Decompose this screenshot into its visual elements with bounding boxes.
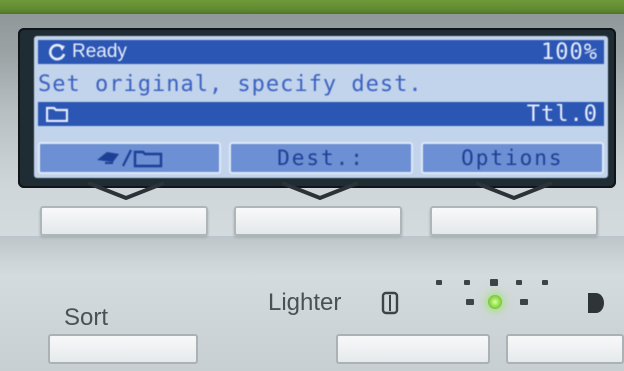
soft-key-middle[interactable] [234, 206, 402, 236]
file-line: Ttl.0 [38, 101, 604, 127]
chevron-down-icon [475, 181, 553, 201]
message-text: Set original, specify dest. [38, 71, 423, 97]
density-dot [516, 280, 522, 285]
lcd-tab-bar: Dest.: Options [38, 142, 604, 174]
sort-button[interactable] [48, 334, 198, 364]
chevron-down-icon [281, 181, 359, 201]
density-dot [520, 299, 528, 305]
scanner-folder-icon [96, 149, 162, 168]
zoom-value: 100% [541, 39, 598, 65]
tab-options[interactable]: Options [420, 142, 604, 174]
soft-key-right[interactable] [430, 206, 598, 236]
tab-scan-folder[interactable] [38, 142, 222, 174]
lighter-label: Lighter [268, 289, 342, 316]
density-dot [466, 299, 474, 305]
chevron-down-icon [87, 181, 165, 201]
status-text: Ready [72, 41, 127, 62]
total-count: Ttl.0 [526, 101, 598, 127]
instruction-message: Set original, specify dest. [38, 71, 604, 97]
density-dot [436, 280, 442, 285]
density-dot [464, 280, 470, 285]
tab-destination[interactable]: Dest.: [229, 142, 413, 174]
sort-label: Sort [64, 304, 109, 331]
density-darker-button[interactable] [506, 334, 624, 364]
contrast-dark-icon [588, 293, 604, 313]
panel-shading [0, 236, 624, 276]
folder-icon [46, 106, 68, 122]
contrast-light-icon [381, 291, 399, 315]
density-dot [490, 279, 498, 286]
lcd-display: Ready 100% Set original, specify dest. T… [34, 36, 608, 178]
density-dot [542, 280, 548, 285]
refresh-icon [49, 43, 66, 61]
status-bar: Ready 100% [38, 39, 604, 65]
density-lighter-button[interactable] [336, 334, 490, 364]
top-trim-strip [0, 0, 624, 14]
density-indicator-led [488, 295, 502, 309]
soft-key-left[interactable] [40, 206, 208, 236]
